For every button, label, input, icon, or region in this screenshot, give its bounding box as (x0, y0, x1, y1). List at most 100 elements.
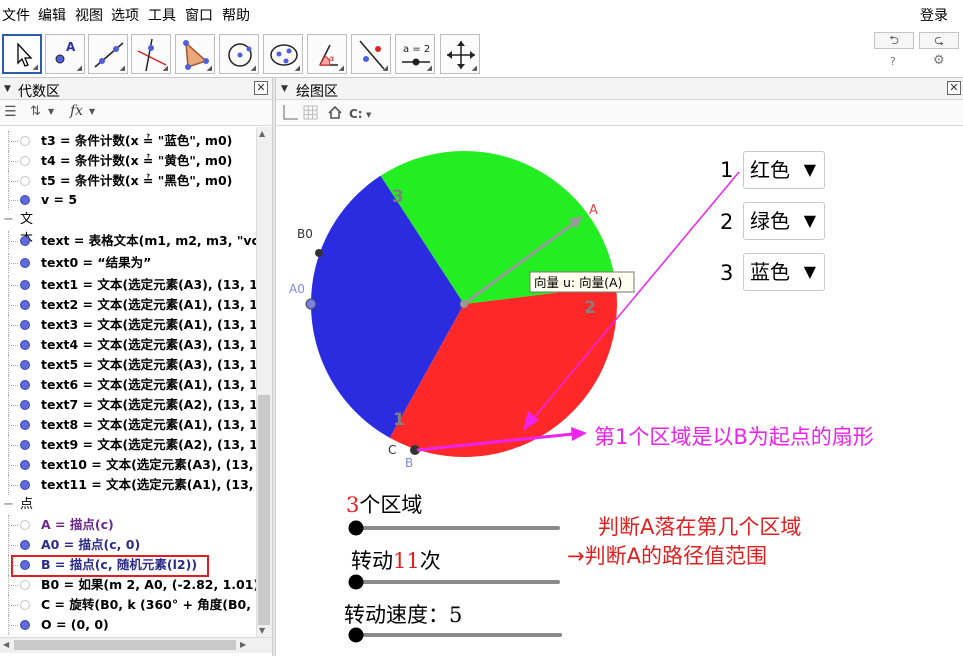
list-item[interactable]: text11 = 文本(选定元素(A1), (13, (0, 475, 256, 495)
list-item[interactable]: text5 = 文本(选定元素(A3), (13, 1 (0, 355, 256, 375)
collapse-icon[interactable]: − (3, 495, 14, 515)
list-item[interactable]: text3 = 文本(选定元素(A1), (13, 1 (0, 315, 256, 335)
scrollbar-thumb[interactable] (258, 395, 270, 625)
reflect-tool-button[interactable]: ◢ (351, 34, 391, 74)
list-item[interactable]: O = (0, 0) (0, 615, 256, 635)
list-item[interactable]: text = 表格文本(m1, m2, m3, "vc (0, 231, 256, 251)
list-item[interactable]: text9 = 文本(选定元素(A2), (13, 1 (0, 435, 256, 455)
list-item[interactable]: text7 = 文本(选定元素(A2), (13, 1 (0, 395, 256, 415)
visibility-toggle[interactable] (20, 580, 30, 590)
list-item[interactable]: A = 描点(c) (0, 515, 256, 535)
visibility-toggle[interactable] (20, 400, 30, 410)
polygon-tool-button[interactable]: ◢ (175, 34, 215, 74)
sort-icon[interactable]: ⇅ (30, 104, 41, 119)
hamburger-icon[interactable]: ☰ (4, 104, 17, 120)
ellipse-tool-button[interactable]: ◢ (263, 34, 303, 74)
menu-view[interactable]: 视图 (75, 5, 103, 25)
list-item[interactable]: A0 = 描点(c, 0) (0, 535, 256, 555)
scrollbar-thumb[interactable] (14, 640, 236, 650)
menu-options[interactable]: 选项 (111, 5, 139, 25)
angle-tool-button[interactable]: α ◢ (307, 34, 347, 74)
close-icon[interactable]: ✕ (947, 81, 961, 95)
undo-button[interactable]: ⮌ (874, 32, 914, 49)
point-o[interactable] (460, 300, 468, 308)
visibility-toggle[interactable] (20, 420, 30, 430)
visibility-toggle[interactable] (20, 600, 30, 610)
visibility-toggle[interactable] (20, 460, 30, 470)
circle-tool-button[interactable]: ◢ (219, 34, 259, 74)
login-link[interactable]: 登录 (920, 5, 948, 25)
visibility-toggle[interactable] (20, 440, 30, 450)
color-dropdown-3[interactable]: 蓝色 ▼ (743, 253, 825, 291)
visibility-toggle[interactable] (20, 258, 30, 268)
menu-help[interactable]: 帮助 (222, 5, 250, 25)
color-dropdown-2[interactable]: 绿色 ▼ (743, 202, 825, 240)
grid-icon[interactable] (303, 105, 318, 120)
chevron-down-icon[interactable]: ▼ (48, 107, 54, 116)
visibility-toggle[interactable] (20, 136, 30, 146)
help-icon[interactable]: ? (890, 55, 896, 68)
close-icon[interactable]: ✕ (254, 81, 268, 95)
list-item[interactable]: text1 = 文本(选定元素(A3), (13, 1 (0, 275, 256, 295)
visibility-toggle[interactable] (20, 195, 30, 205)
collapse-arrow-icon[interactable]: ▼ (4, 84, 11, 94)
visibility-toggle[interactable] (20, 156, 30, 166)
list-item[interactable]: text2 = 文本(选定元素(A1), (13, 1 (0, 295, 256, 315)
visibility-toggle[interactable] (20, 480, 30, 490)
visibility-toggle[interactable] (20, 176, 30, 186)
home-icon[interactable] (328, 105, 342, 119)
move-view-tool-button[interactable]: ◢ (440, 34, 480, 74)
redo-button[interactable]: ⮎ (919, 32, 959, 49)
scroll-left-icon[interactable]: ◀ (3, 640, 9, 649)
visibility-toggle[interactable] (20, 520, 30, 530)
collapse-arrow-icon[interactable]: ▼ (281, 84, 288, 94)
visibility-toggle[interactable] (20, 540, 30, 550)
slider-knob-speed[interactable] (348, 627, 364, 643)
visibility-toggle[interactable] (20, 236, 30, 246)
scroll-up-icon[interactable]: ▲ (259, 129, 265, 138)
line-tool-button[interactable]: ◢ (88, 34, 128, 74)
visibility-toggle[interactable] (20, 340, 30, 350)
list-item[interactable]: text10 = 文本(选定元素(A3), (13, (0, 455, 256, 475)
scroll-down-icon[interactable]: ▼ (259, 626, 265, 635)
point-tool-button[interactable]: A ◢ (45, 34, 85, 74)
settings-icon[interactable]: ⚙ (933, 53, 945, 68)
point-capture-icon[interactable]: C: ▼ (349, 107, 372, 121)
slider-tool-button[interactable]: a = 2 ◢ (395, 34, 435, 74)
point-b0[interactable] (315, 249, 323, 257)
chevron-down-icon[interactable]: ▼ (89, 107, 95, 116)
list-item[interactable]: text8 = 文本(选定元素(A1), (13, 1 (0, 415, 256, 435)
perpendicular-tool-button[interactable]: ◢ (131, 34, 171, 74)
menu-window[interactable]: 窗口 (185, 5, 213, 25)
fx-icon[interactable]: fx (70, 103, 83, 119)
menu-file[interactable]: 文件 (2, 5, 30, 25)
visibility-toggle[interactable] (20, 380, 30, 390)
list-item[interactable]: B0 = 如果(m 2, A0, (-2.82, 1.01)) (0, 575, 256, 595)
color-dropdown-1[interactable]: 红色 ▼ (743, 151, 825, 189)
list-item[interactable]: t3 = 条件计数(x ≟ "蓝色", m0) (0, 131, 256, 151)
visibility-toggle[interactable] (20, 300, 30, 310)
list-item[interactable]: text4 = 文本(选定元素(A3), (13, 1 (0, 335, 256, 355)
list-item[interactable]: v = 5 (0, 190, 256, 210)
visibility-toggle[interactable] (20, 280, 30, 290)
list-item[interactable]: t4 = 条件计数(x ≟ "黄色", m0) (0, 151, 256, 171)
menu-tools[interactable]: 工具 (148, 5, 176, 25)
panel-divider[interactable] (272, 78, 276, 656)
move-tool-button[interactable]: ◢ (2, 34, 42, 74)
axes-icon[interactable] (283, 105, 298, 120)
visibility-toggle[interactable] (20, 620, 30, 630)
list-item[interactable]: text6 = 文本(选定元素(A1), (13, 1 (0, 375, 256, 395)
sector-label-1: 1 (393, 410, 405, 430)
visibility-toggle[interactable] (20, 360, 30, 370)
graphics-canvas[interactable]: B0 A0 A C B 3 2 1 向量 u: 向量(A) 1 红色 ▼ 2 绿… (277, 127, 963, 656)
scroll-right-icon[interactable]: ▶ (240, 640, 246, 649)
list-item[interactable]: text0 = “结果为” (0, 253, 256, 273)
point-a0[interactable] (305, 298, 317, 310)
visibility-toggle[interactable] (20, 320, 30, 330)
list-item[interactable]: t5 = 条件计数(x ≟ "黑色", m0) (0, 171, 256, 191)
menu-edit[interactable]: 编辑 (38, 5, 66, 25)
list-item[interactable]: C = 旋转(B0, k (360° + 角度(B0, ( (0, 595, 256, 615)
collapse-icon[interactable]: − (3, 210, 14, 230)
slider-knob-rotations[interactable] (348, 574, 364, 590)
slider-knob-regions[interactable] (348, 520, 364, 536)
